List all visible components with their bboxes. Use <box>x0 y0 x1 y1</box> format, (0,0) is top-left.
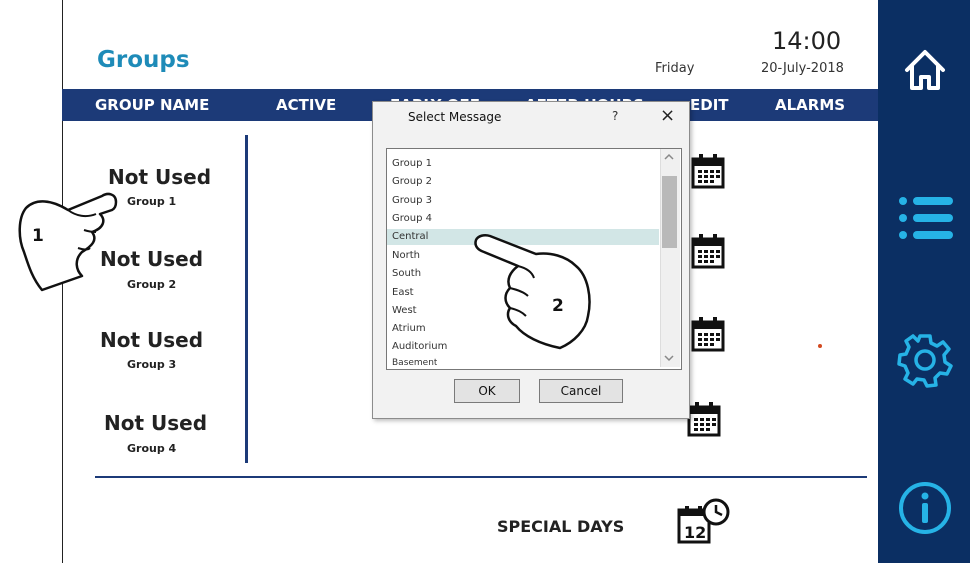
calendar-edit-icon[interactable] <box>686 400 722 438</box>
menu-icon[interactable] <box>895 188 955 248</box>
scroll-down-icon[interactable] <box>663 353 675 363</box>
calendar-edit-icon[interactable] <box>690 315 726 353</box>
list-item[interactable]: South <box>392 268 421 279</box>
list-item[interactable]: North <box>392 250 420 261</box>
info-icon[interactable] <box>895 478 955 538</box>
group-4-label: Group 4 <box>127 442 177 455</box>
callout-number-1: 1 <box>32 226 44 246</box>
scroll-up-icon[interactable] <box>663 152 675 162</box>
group-3-label: Group 3 <box>127 358 177 371</box>
list-item[interactable]: East <box>392 287 414 298</box>
special-days-calendar-icon[interactable]: 12 <box>676 497 732 545</box>
help-button[interactable]: ? <box>612 109 618 123</box>
col-alarms: ALARMS <box>775 96 846 114</box>
list-item[interactable]: Group 4 <box>392 213 432 224</box>
callout-number-2: 2 <box>552 296 564 316</box>
list-item[interactable]: Atrium <box>392 323 426 334</box>
dialog-title: Select Message <box>408 110 502 124</box>
scrollbar-thumb[interactable] <box>662 176 677 248</box>
footer-divider <box>95 476 867 478</box>
column-divider <box>245 135 248 463</box>
special-days-number: 12 <box>684 523 706 542</box>
page-title: Groups <box>97 47 190 73</box>
group-4-name[interactable]: Not Used <box>104 411 207 435</box>
clock-time: 14:00 <box>772 27 842 55</box>
cancel-button[interactable]: Cancel <box>539 379 623 403</box>
alarm-indicator <box>818 344 822 348</box>
group-3-name[interactable]: Not Used <box>100 328 203 352</box>
pointing-hand-icon <box>474 233 591 350</box>
date-label: 20-July-2018 <box>761 61 844 76</box>
group-1-name[interactable]: Not Used <box>108 165 211 189</box>
home-icon[interactable] <box>895 40 955 100</box>
list-item[interactable]: Group 3 <box>392 195 432 206</box>
pointing-hand-icon <box>18 192 118 292</box>
calendar-edit-icon[interactable] <box>690 232 726 270</box>
group-1-label: Group 1 <box>127 195 177 208</box>
close-button[interactable]: × <box>660 105 675 126</box>
special-days-label[interactable]: SPECIAL DAYS <box>497 517 624 536</box>
calendar-edit-icon[interactable] <box>690 152 726 190</box>
col-group-name: GROUP NAME <box>95 96 210 114</box>
day-label: Friday <box>655 61 695 76</box>
list-item[interactable]: Auditorium <box>392 341 447 352</box>
list-item[interactable]: West <box>392 305 417 316</box>
list-item[interactable]: Group 2 <box>392 176 432 187</box>
ok-button[interactable]: OK <box>454 379 520 403</box>
list-item[interactable]: Group 1 <box>392 158 432 169</box>
list-item[interactable]: Basement <box>392 358 437 368</box>
col-active: ACTIVE <box>276 96 337 114</box>
group-2-label: Group 2 <box>127 278 177 291</box>
settings-icon[interactable] <box>895 330 955 390</box>
list-item-selected[interactable]: Central <box>392 231 428 242</box>
col-edit: EDIT <box>690 96 729 114</box>
